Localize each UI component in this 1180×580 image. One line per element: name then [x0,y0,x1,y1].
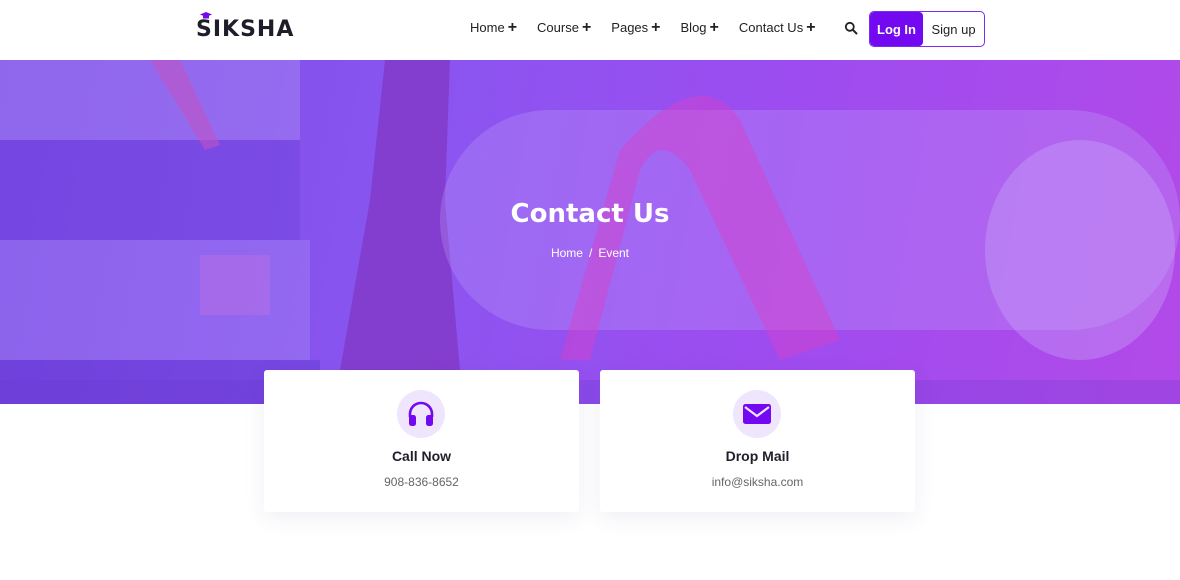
brand-logo[interactable]: SIKSHA [196,12,295,42]
plus-icon: + [581,19,592,36]
site-header: SIKSHA Home + Course + Pages + Blog + Co… [0,0,1180,60]
phone-number[interactable]: 908-836-8652 [264,475,579,489]
graduation-cap-icon [200,12,212,19]
card-title: Call Now [391,448,452,464]
icon-badge [397,390,445,438]
nav-label: Contact Us [738,20,804,35]
envelope-icon [743,404,771,424]
nav-item-blog[interactable]: Blog + [680,19,719,36]
breadcrumb-current: Event [598,246,630,260]
brand-name: SIKSHA [196,17,295,42]
breadcrumb-separator: / [588,246,593,260]
plus-icon: + [709,19,719,36]
page-title: Contact Us [510,199,670,229]
contact-card-call: Call Now 908-836-8652 [264,370,579,512]
contact-card-mail: Drop Mail info@siksha.com [600,370,915,512]
search-icon[interactable] [844,21,858,35]
nav-label: Course [537,20,579,35]
signup-button[interactable]: Sign up [923,12,984,46]
login-button[interactable]: Log In [870,12,923,46]
nav-label: Home [470,20,505,35]
email-address[interactable]: info@siksha.com [600,475,915,489]
nav-item-course[interactable]: Course + [537,19,592,36]
nav-item-home[interactable]: Home + [470,19,518,36]
auth-buttons: Log In Sign up [869,11,985,47]
page-banner: Contact Us Home / Event [0,60,1180,404]
nav-item-contact-us[interactable]: Contact Us + [738,19,816,36]
banner-background-image [0,60,1180,404]
headphones-icon [408,401,434,426]
icon-badge [733,390,781,438]
breadcrumb-home[interactable]: Home [551,246,583,260]
card-title: Drop Mail [725,448,790,464]
nav-label: Pages [611,20,649,35]
plus-icon: + [507,19,518,36]
main-nav: Home + Course + Pages + Blog + Contact U… [470,19,816,36]
plus-icon: + [806,19,816,36]
breadcrumb: Home / Event [0,246,1180,260]
plus-icon: + [651,19,661,36]
nav-label: Blog [680,20,707,35]
nav-item-pages[interactable]: Pages + [611,19,661,36]
